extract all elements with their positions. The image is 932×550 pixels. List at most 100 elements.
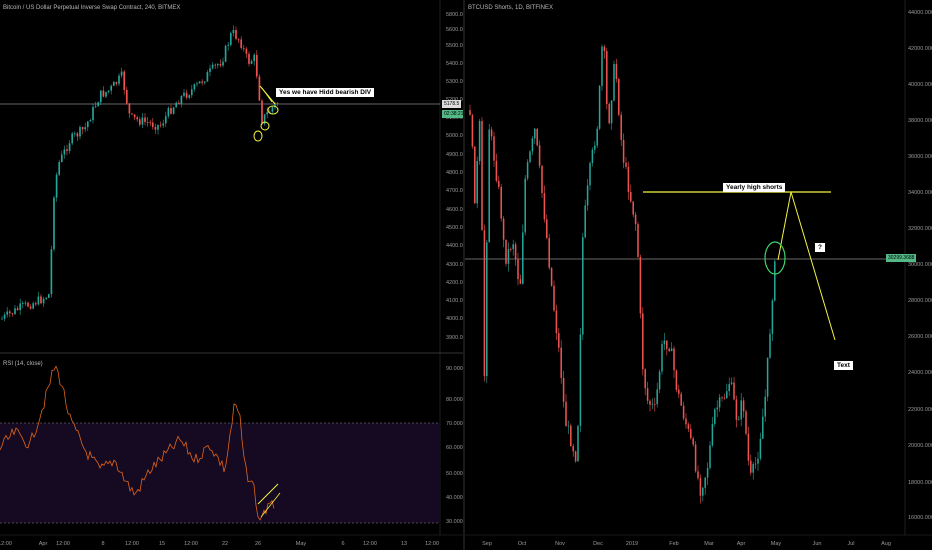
- left-price-candle: [209, 68, 211, 73]
- left-price-candle: [138, 119, 141, 125]
- right-price-candle: [670, 348, 673, 352]
- right-price-candle: [550, 267, 553, 286]
- question-annotation[interactable]: ?: [815, 243, 825, 252]
- right-price-candle: [574, 451, 577, 462]
- left-price-candle: [47, 294, 50, 298]
- left-price-candle: [245, 48, 248, 54]
- left-price-candle: [42, 298, 45, 304]
- left-price-candle: [203, 81, 206, 83]
- right-x-tick: Aug: [881, 541, 891, 547]
- left-price-candle: [180, 95, 183, 105]
- right-price-candle: [622, 139, 625, 163]
- right-price-candle: [589, 163, 591, 186]
- right-x-tick: May: [771, 541, 782, 547]
- left-price-candle: [276, 103, 279, 104]
- right-chart-canvas[interactable]: 44000.0000 42000.0000 40000.0000 38000.0000…: [465, 0, 932, 550]
- right-y-tick: 30000.0000: [908, 262, 932, 268]
- right-price-candle: [742, 400, 745, 412]
- right-price-candle: [692, 438, 694, 445]
- right-price-candle: [754, 463, 757, 465]
- left-price-candle: [141, 117, 144, 125]
- left-price-candle: [125, 89, 128, 104]
- left-price-candle: [79, 127, 81, 137]
- left-annotation-label[interactable]: Yes we have Hidd bearish DIV: [276, 88, 375, 97]
- right-price-candle: [613, 63, 615, 101]
- projection-down-line: [790, 191, 836, 341]
- left-chart-pane[interactable]: 5800.05600.05500.05400.05300.05200.05100…: [0, 0, 463, 550]
- right-price-candle: [752, 464, 754, 473]
- left-price-candle: [149, 122, 152, 124]
- right-price-candle: [699, 478, 702, 496]
- left-y-tick: 4000.0: [446, 316, 463, 322]
- left-price-candle: [112, 81, 115, 86]
- right-price-candle: [733, 382, 735, 400]
- left-x-tick: 12:00: [56, 541, 70, 547]
- right-price-candle: [766, 357, 769, 397]
- right-x-tick: Oct: [518, 541, 527, 547]
- left-price-candle: [53, 197, 55, 250]
- rsi-y-tick: 90.0000: [446, 366, 463, 372]
- left-price-candle: [68, 143, 71, 151]
- right-price-candle: [543, 193, 546, 220]
- right-price-candle: [522, 232, 524, 284]
- left-price-candle: [133, 114, 136, 118]
- right-price-candle: [606, 51, 608, 104]
- left-price-candle: [167, 108, 170, 117]
- right-price-candle: [663, 340, 666, 345]
- left-price-candle: [123, 71, 126, 90]
- right-price-candle: [694, 444, 697, 472]
- left-price-candle: [86, 121, 89, 128]
- right-price-candle: [618, 79, 620, 115]
- yearly-high-annotation[interactable]: Yearly high shorts: [723, 183, 786, 192]
- right-price-candle: [627, 166, 630, 193]
- left-price-label: 5178.5: [442, 100, 462, 108]
- right-price-candle: [685, 418, 687, 425]
- left-price-candle: [102, 90, 105, 97]
- right-y-tick: 20000.0000: [908, 443, 932, 449]
- left-price-candle: [97, 102, 100, 107]
- right-y-tick: 26000.0000: [908, 334, 932, 340]
- right-price-candle: [598, 85, 601, 129]
- left-price-candle: [183, 92, 185, 96]
- left-price-candle: [172, 107, 175, 114]
- left-price-candle: [159, 124, 162, 126]
- left-x-tick: 26: [255, 541, 261, 547]
- right-price-candle: [517, 259, 519, 280]
- left-price-candle: [193, 84, 196, 90]
- left-price-candle: [190, 89, 193, 96]
- left-price-candle: [29, 306, 32, 309]
- left-price-candle: [40, 296, 42, 304]
- right-price-candle: [524, 178, 526, 233]
- right-price-candle: [735, 399, 738, 420]
- right-price-candle: [514, 244, 517, 260]
- right-price-candle: [666, 340, 668, 349]
- left-chart-canvas[interactable]: 5800.05600.05500.05400.05300.05200.05100…: [0, 0, 463, 550]
- left-price-candle: [27, 302, 29, 307]
- right-price-candle: [711, 423, 714, 446]
- left-price-candle: [240, 39, 243, 48]
- annotation-circle: [253, 130, 263, 142]
- right-price-candle: [709, 445, 711, 469]
- right-price-candle: [567, 425, 570, 427]
- left-price-candle: [198, 81, 201, 84]
- right-price-candle: [764, 396, 766, 417]
- right-price-candle: [704, 477, 706, 488]
- right-price-candle: [620, 114, 622, 140]
- right-price-candle: [526, 162, 529, 179]
- left-price-candle: [185, 92, 188, 98]
- left-price-candle: [258, 76, 261, 101]
- right-price-candle: [625, 162, 627, 167]
- right-price-candle: [486, 242, 488, 377]
- left-price-candle: [107, 90, 110, 92]
- right-price-candle: [510, 248, 512, 250]
- right-price-candle: [630, 192, 632, 202]
- left-price-candle: [11, 313, 14, 315]
- right-price-candle: [728, 384, 730, 392]
- text-annotation[interactable]: Text: [834, 361, 853, 370]
- right-price-candle: [601, 46, 603, 86]
- right-y-tick: 28000.0000: [908, 298, 932, 304]
- left-x-tick: 12:00: [363, 541, 377, 547]
- projection-up-line: [777, 191, 792, 261]
- right-price-candle: [471, 115, 474, 147]
- right-chart-pane[interactable]: 44000.0000 42000.0000 40000.0000 38000.0000…: [465, 0, 932, 550]
